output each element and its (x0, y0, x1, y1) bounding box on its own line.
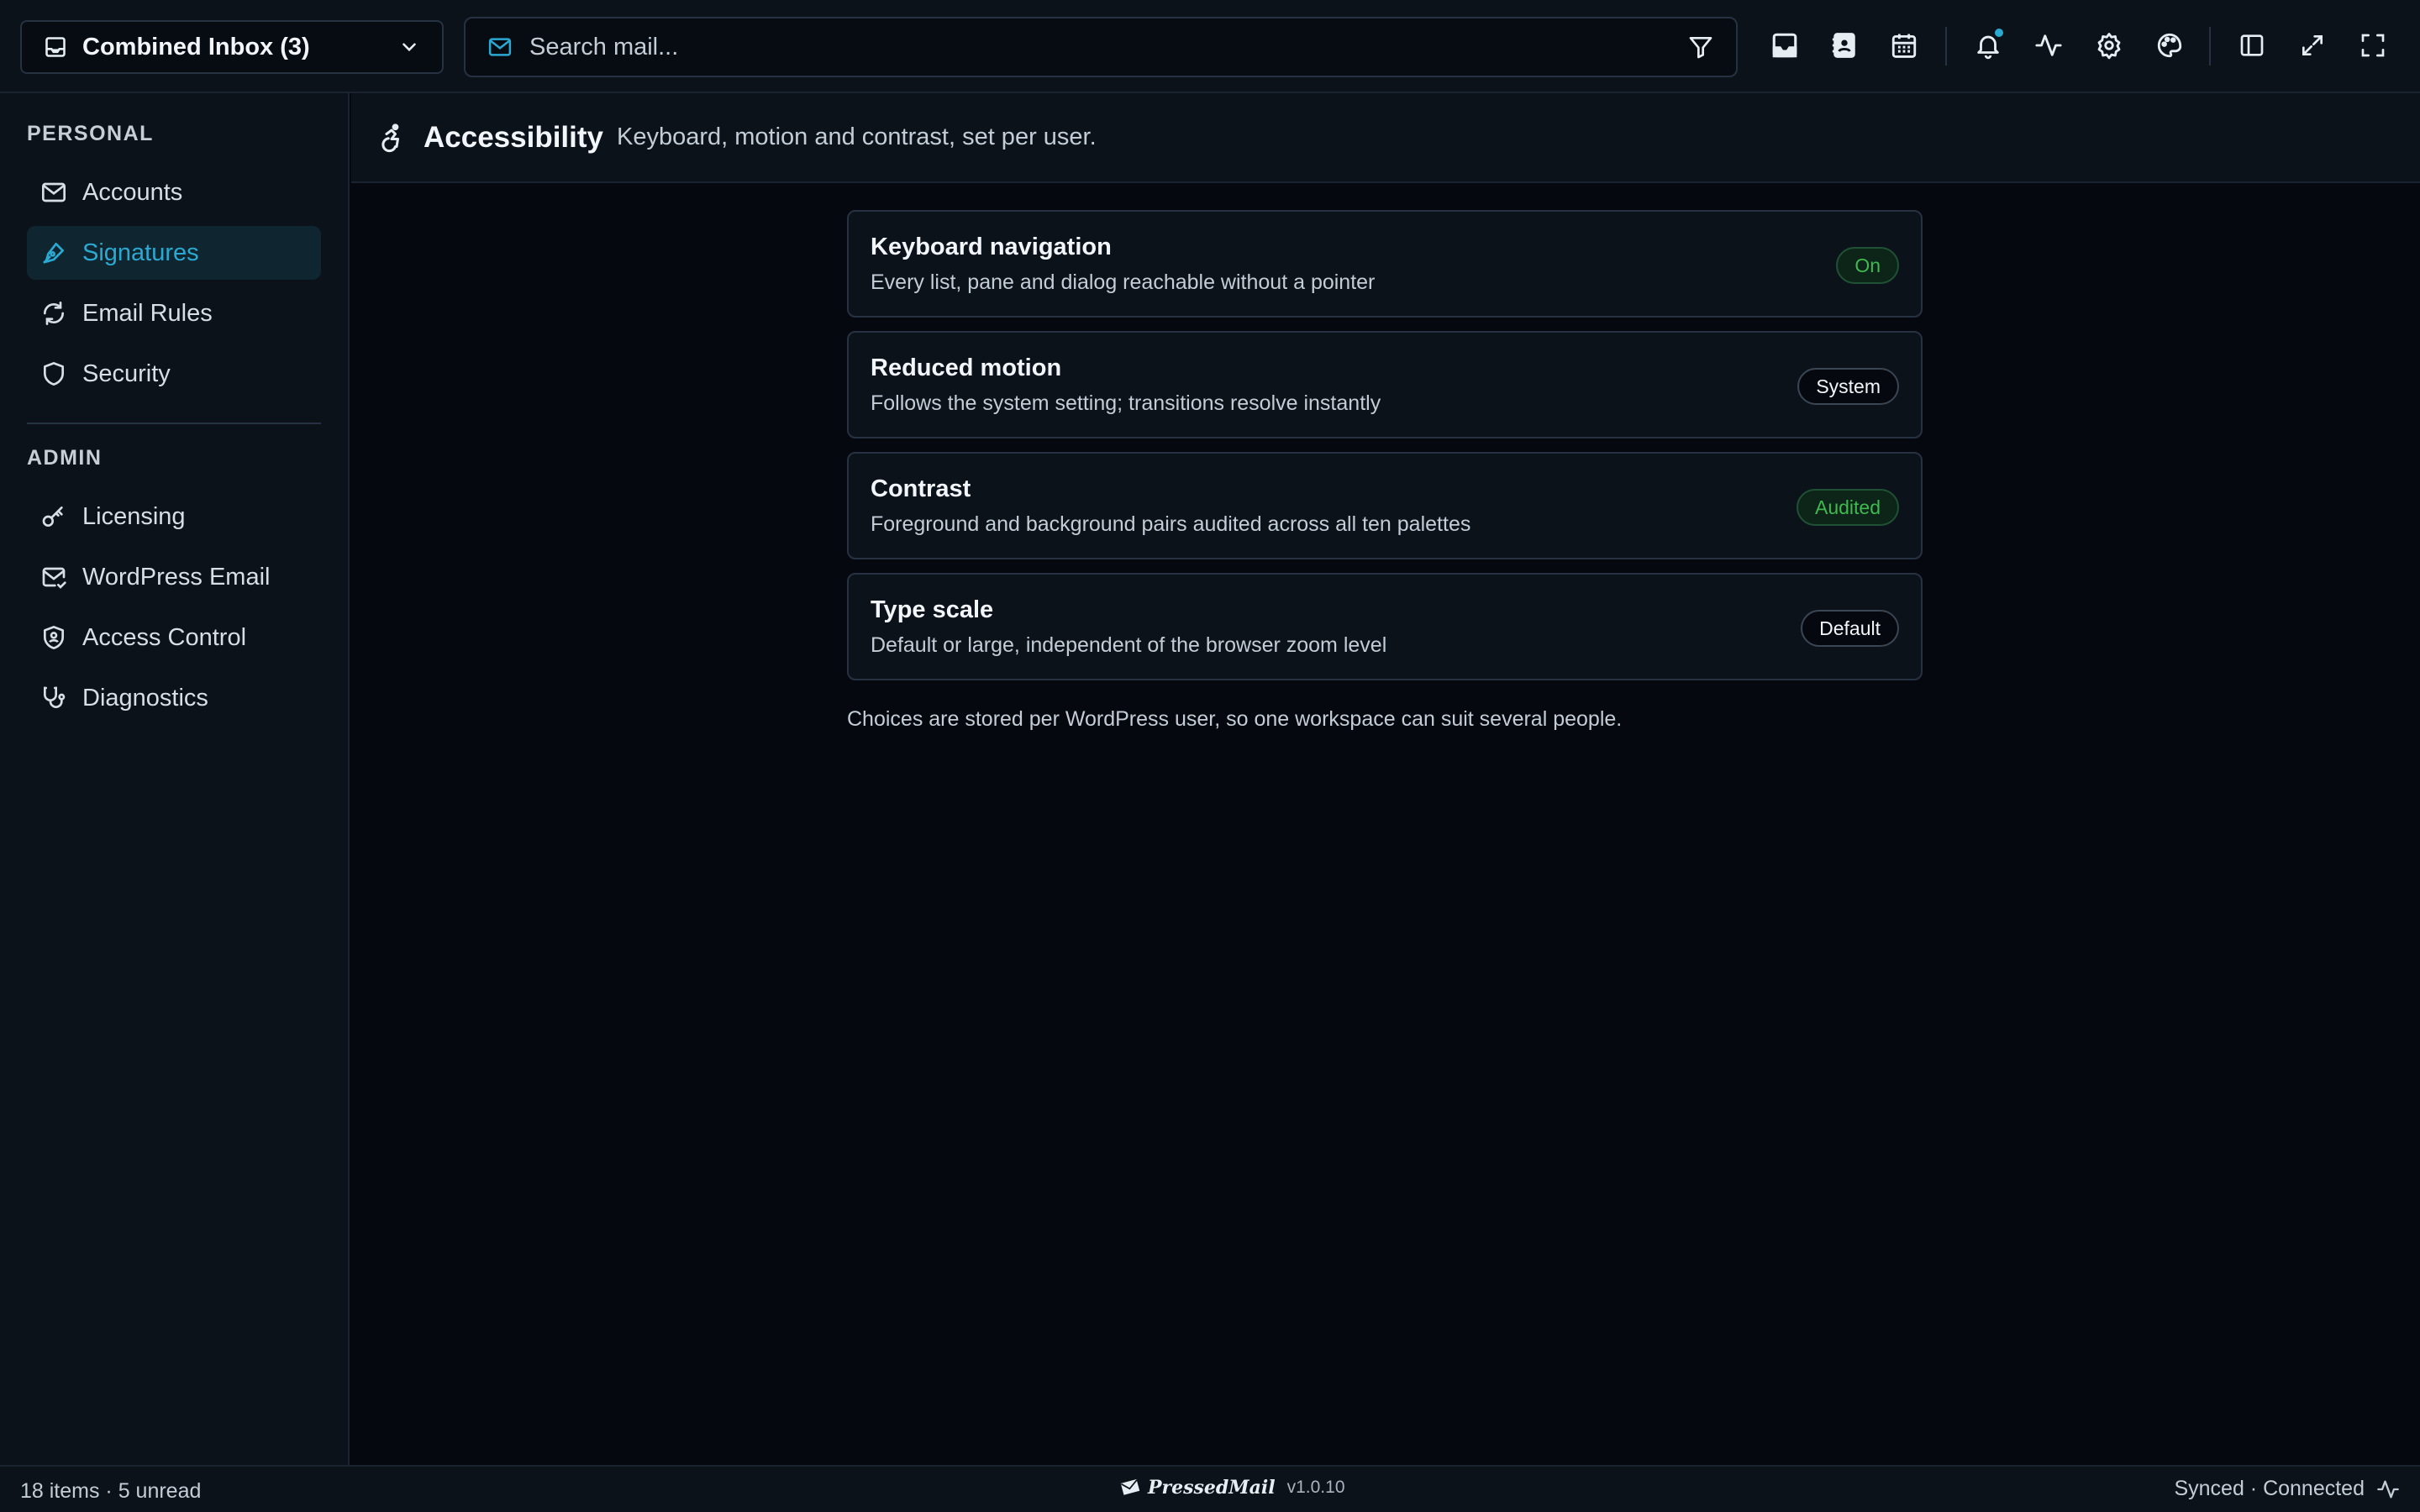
sidebar-item-diagnostics[interactable]: Diagnostics (27, 671, 321, 725)
stethoscope-icon (39, 683, 69, 713)
search-bar (464, 17, 1738, 77)
mail-icon (487, 34, 513, 60)
sidebar-item-security[interactable]: Security (27, 347, 321, 401)
sync-status-text: Synced · Connected (2174, 1477, 2365, 1500)
activity-icon (2365, 1478, 2400, 1501)
sidebar-item-label: Access Control (82, 623, 247, 651)
fullscreen-icon[interactable] (2356, 29, 2390, 62)
page-header: Accessibility Keyboard, motion and contr… (351, 93, 2420, 183)
status-badge[interactable]: Default (1801, 610, 1899, 647)
setting-card-type-scale: Type scale Default or large, independent… (847, 573, 1923, 680)
status-badge[interactable]: On (1836, 247, 1899, 284)
toolbar-divider (2209, 27, 2211, 66)
top-bar: Combined Inbox (3) (0, 0, 2420, 93)
mail-check-icon (39, 562, 69, 592)
setting-card-reduced-motion: Reduced motion Follows the system settin… (847, 331, 1923, 438)
sidebar-item-wordpress-email[interactable]: WordPress Email (27, 550, 321, 604)
item-counts: 18 items · 5 unread (20, 1479, 202, 1503)
activity-icon[interactable] (2032, 29, 2065, 62)
expand-icon[interactable] (2296, 29, 2329, 62)
setting-title: Contrast (871, 475, 971, 502)
key-icon (39, 501, 69, 532)
app-version: v1.0.10 (1286, 1478, 1345, 1497)
brand-name: PressedMail (1148, 1477, 1276, 1499)
sidebar-item-label: Signatures (82, 239, 199, 266)
setting-card-keyboard-navigation: Keyboard navigation Every list, pane and… (847, 210, 1923, 318)
shield-user-icon (39, 622, 69, 653)
page-title: Accessibility (424, 120, 603, 154)
status-badge[interactable]: Audited (1796, 489, 1899, 526)
pen-icon (39, 238, 69, 268)
contacts-icon[interactable] (1828, 29, 1861, 62)
palette-icon[interactable] (2153, 29, 2186, 62)
notification-dot (1995, 29, 2003, 37)
inbox-selector-label: Combined Inbox (3) (82, 33, 310, 60)
sidebar-item-label: Email Rules (82, 299, 213, 327)
section-label-personal: PERSONAL (27, 122, 154, 145)
connection-status: Synced · Connected (2174, 1477, 2400, 1501)
mail-icon (39, 177, 69, 207)
inbox-icon[interactable] (1768, 29, 1802, 62)
search-input[interactable] (529, 33, 1687, 61)
setting-title: Keyboard navigation (871, 234, 1112, 260)
sidebar-item-accounts[interactable]: Accounts (27, 165, 321, 219)
calendar-icon[interactable] (1887, 29, 1921, 62)
sidebar-item-label: Accounts (82, 178, 183, 206)
inbox-selector[interactable]: Combined Inbox (3) (20, 20, 444, 74)
sidebar-item-label: Diagnostics (82, 684, 208, 711)
sidebar-item-access-control[interactable]: Access Control (27, 611, 321, 664)
sidebar-item-label: Security (82, 360, 171, 387)
page-subtitle: Keyboard, motion and contrast, set per u… (617, 123, 1097, 150)
setting-description: Every list, pane and dialog reachable wi… (871, 270, 1376, 294)
brand-logo: PressedMail v1.0.10 (1118, 1475, 1345, 1500)
setting-title: Type scale (871, 596, 994, 623)
inbox-icon (44, 35, 67, 59)
toolbar-divider (1945, 27, 1947, 66)
chevron-down-icon (398, 36, 420, 58)
shield-icon (39, 359, 69, 389)
setting-title: Reduced motion (871, 354, 1062, 381)
sidebar-item-email-rules[interactable]: Email Rules (27, 286, 321, 340)
sidebar-item-label: WordPress Email (82, 563, 271, 591)
sidebar-divider (27, 423, 321, 424)
setting-card-contrast: Contrast Foreground and background pairs… (847, 452, 1923, 559)
settings-sidebar: PERSONAL Accounts Signatures Email Rules… (0, 93, 350, 1465)
setting-description: Default or large, independent of the bro… (871, 633, 1387, 657)
status-bar: 18 items · 5 unread PressedMail v1.0.10 … (0, 1465, 2420, 1512)
status-badge[interactable]: System (1797, 368, 1899, 405)
sidebar-toggle-icon[interactable] (2235, 29, 2269, 62)
setting-description: Foreground and background pairs audited … (871, 512, 1471, 536)
envelope-logo-icon (1118, 1475, 1143, 1500)
gear-icon[interactable] (2092, 29, 2126, 62)
refresh-icon (39, 298, 69, 328)
setting-description: Follows the system setting; transitions … (871, 391, 1381, 415)
section-label-admin: ADMIN (27, 446, 103, 470)
settings-footnote: Choices are stored per WordPress user, s… (847, 707, 1623, 731)
sidebar-item-licensing[interactable]: Licensing (27, 490, 321, 543)
sidebar-item-label: Licensing (82, 502, 186, 530)
accessibility-icon (376, 123, 407, 153)
bell-icon[interactable] (1971, 29, 2005, 62)
filter-icon[interactable] (1687, 34, 1714, 60)
sidebar-item-signatures[interactable]: Signatures (27, 226, 321, 280)
